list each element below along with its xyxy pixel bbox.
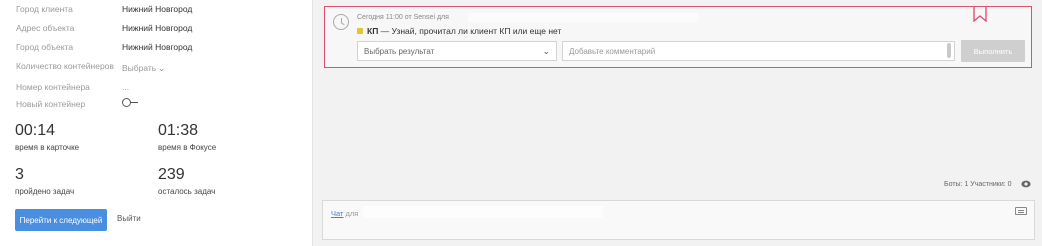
- field-client-city: Город клиента Нижний Новгород: [16, 3, 306, 17]
- stat-caption: осталось задач: [158, 187, 216, 196]
- stat-value: 01:38: [158, 122, 199, 139]
- field-label: Количество контейнеров: [16, 61, 114, 71]
- new-container-toggle[interactable]: [122, 98, 138, 108]
- stat-caption: время в карточке: [15, 143, 80, 152]
- run-button[interactable]: Выполнить: [961, 40, 1025, 62]
- field-label: Адрес объекта: [16, 23, 75, 33]
- chat-participants: Боты: 1 Участники: 0: [944, 181, 1012, 188]
- toggle-track: [130, 102, 138, 103]
- task-tag: КП: [367, 26, 379, 36]
- field-new-container: Новый контейнер: [16, 98, 306, 112]
- stat-caption: время в Фокусе: [158, 143, 217, 152]
- task-card: Сегодня 11:00 от Sensei для КП — Узнай, …: [324, 6, 1032, 68]
- right-panel: Сегодня 11:00 от Sensei для КП — Узнай, …: [313, 0, 1042, 246]
- stat-value: 00:14: [15, 122, 56, 139]
- chat-label: Чат для: [331, 209, 358, 218]
- client-fields: Город клиента Нижний Новгород Адрес объе…: [0, 0, 312, 112]
- task-text: — Узнай, прочитал ли клиент КП или еще н…: [378, 26, 562, 36]
- field-container-count: Количество контейнеров Выбрать ⌄: [16, 60, 306, 74]
- field-value[interactable]: Нижний Новгород: [122, 4, 192, 14]
- field-object-address: Адрес объекта Нижний Новгород: [16, 22, 306, 36]
- field-value[interactable]: Нижний Новгород: [122, 42, 192, 52]
- task-title: КП — Узнай, прочитал ли клиент КП или ещ…: [357, 26, 561, 36]
- stat-caption: пройдено задач: [15, 187, 75, 196]
- field-label: Город объекта: [16, 42, 74, 52]
- bookmark-icon[interactable]: [973, 6, 987, 22]
- field-object-city: Город объекта Нижний Новгород: [16, 41, 306, 55]
- stat-value: 3: [15, 166, 24, 183]
- stat-time-card: 00:14 время в карточке: [15, 122, 79, 152]
- task-meta: Сегодня 11:00 от Sensei для: [357, 14, 449, 21]
- field-value[interactable]: Нижний Новгород: [122, 23, 192, 33]
- chevron-down-icon: ⌄: [158, 64, 165, 73]
- container-count-select[interactable]: Выбрать ⌄: [122, 63, 165, 73]
- redacted-recipient: [468, 13, 698, 22]
- clock-icon: [333, 14, 349, 30]
- field-label: Номер контейнера: [16, 82, 90, 92]
- keyboard-icon[interactable]: [1015, 207, 1027, 215]
- chat-link[interactable]: Чат: [331, 209, 343, 218]
- chevron-down-icon: ⌄: [542, 46, 550, 56]
- stat-time-focus: 01:38 время в Фокусе: [158, 122, 216, 152]
- stat-value: 239: [158, 166, 185, 183]
- comment-scrollbar[interactable]: [947, 43, 951, 58]
- chat-suffix: для: [343, 209, 359, 218]
- next-task-button[interactable]: Перейти к следующей: [15, 209, 107, 231]
- chat-input[interactable]: Чат для: [322, 200, 1035, 240]
- exit-link[interactable]: Выйти: [117, 214, 141, 223]
- field-label: Город клиента: [16, 4, 73, 14]
- stat-tasks-left: 239 осталось задач: [158, 166, 215, 196]
- eye-icon[interactable]: [1021, 180, 1031, 188]
- left-panel: Город клиента Нижний Новгород Адрес объе…: [0, 0, 312, 246]
- select-label: Выбрать: [122, 63, 157, 73]
- field-value[interactable]: ...: [122, 82, 129, 92]
- stat-tasks-done: 3 пройдено задач: [15, 166, 74, 196]
- field-container-number: Номер контейнера ...: [16, 81, 306, 95]
- result-select[interactable]: Выбрать результат ⌄: [357, 41, 557, 61]
- field-label: Новый контейнер: [16, 99, 86, 109]
- result-select-label: Выбрать результат: [364, 47, 435, 56]
- comment-input[interactable]: Добавьте комментарий: [562, 41, 955, 61]
- task-tag-marker: [357, 28, 363, 34]
- redacted-chat-recipient: [363, 206, 603, 218]
